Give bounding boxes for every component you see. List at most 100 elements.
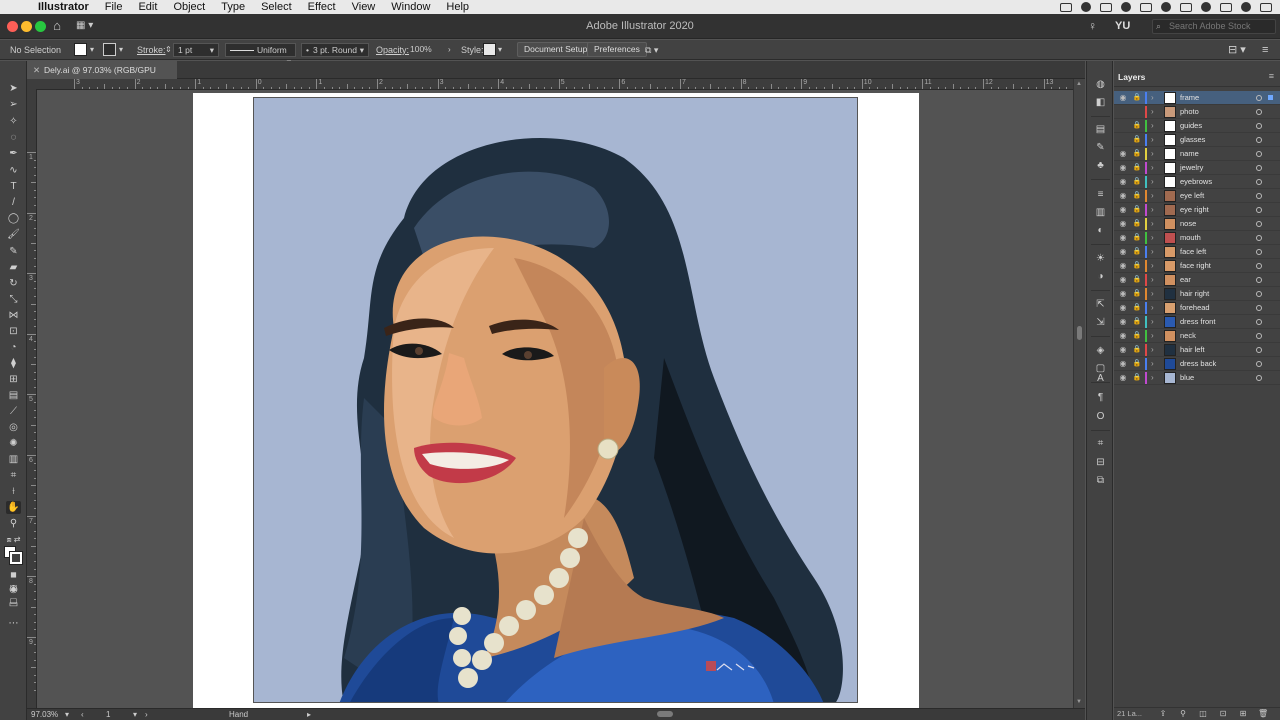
visibility-eye-icon[interactable]: ◉ [1118,217,1128,231]
properties-panel-icon[interactable]: ◧ [1094,97,1107,109]
stroke-weight-input[interactable]: 1 pt ▾ [173,43,219,57]
adobe-stock-search[interactable]: ⌕ Search Adobe Stock [1152,19,1276,34]
layer-row[interactable]: ◉ 🔒 › name [1114,147,1280,161]
direct-selection-tool-icon[interactable]: ➢ [6,98,21,111]
layer-row[interactable]: ◉ 🔒 › mouth [1114,231,1280,245]
expand-chevron-icon[interactable]: › [1151,161,1154,175]
layer-name[interactable]: face right [1180,259,1211,273]
expand-chevron-icon[interactable]: › [1151,119,1154,133]
appearance-panel-icon[interactable]: ◍ [1094,79,1107,91]
hand-tool-icon[interactable]: ✋ [6,501,21,514]
menu-app[interactable]: Illustrator [30,0,97,14]
clipping-mask-icon[interactable]: ◫ [1198,708,1208,720]
stroke-dropdown-icon[interactable]: ▾ [119,43,123,57]
expand-chevron-icon[interactable]: › [1151,245,1154,259]
stroke-swatch[interactable] [103,43,116,56]
mesh-tool-icon[interactable]: ⊞ [6,373,21,386]
column-graph-tool-icon[interactable]: ▥ [6,453,21,466]
color-panel-icon[interactable]: ☀ [1094,253,1107,265]
layer-row[interactable]: ◉ 🔒 › eyebrows [1114,175,1280,189]
expand-chevron-icon[interactable]: › [1151,189,1154,203]
visibility-eye-icon[interactable]: ◉ [1118,231,1128,245]
layer-target-icon[interactable] [1256,347,1262,353]
opacity-arrow-icon[interactable]: › [448,43,451,57]
layers-tab[interactable]: Layers [1118,72,1145,82]
layer-target-icon[interactable] [1256,95,1262,101]
layer-row[interactable]: ◉ 🔒 › hair right [1114,287,1280,301]
lock-icon[interactable]: 🔒 [1132,189,1142,203]
fill-dropdown-icon[interactable]: ▾ [90,43,94,57]
fill-swatch[interactable] [74,43,87,56]
layer-row[interactable]: ◉ 🔒 › hair left [1114,343,1280,357]
layer-target-icon[interactable] [1256,375,1262,381]
close-tab-icon[interactable]: ✕ [33,61,40,79]
opentype-panel-icon[interactable]: O [1094,411,1107,423]
expand-chevron-icon[interactable]: › [1151,301,1154,315]
layer-name[interactable]: nose [1180,217,1196,231]
edit-toolbar-icon[interactable]: ⋯ [6,617,21,630]
preferences-button[interactable]: Preferences [587,42,647,57]
horizontal-scroll-thumb[interactable] [657,711,673,717]
layer-name[interactable]: guides [1180,119,1202,133]
lock-icon[interactable]: 🔒 [1132,217,1142,231]
expand-chevron-icon[interactable]: › [1151,133,1154,147]
layer-name[interactable]: eye right [1180,203,1209,217]
magic-wand-tool-icon[interactable]: ✧ [6,115,21,128]
delete-layer-icon[interactable]: 🗑 [1258,708,1268,720]
character-panel-icon[interactable]: A [1094,373,1107,385]
visibility-eye-icon[interactable]: ◉ [1118,245,1128,259]
new-sublayer-icon[interactable]: ⊡ [1218,708,1228,720]
scroll-down-icon[interactable]: ▼ [1076,699,1082,705]
screen-mirror-icon[interactable] [1060,2,1072,12]
artboard-number[interactable]: 1 [106,709,110,720]
layer-name[interactable]: ear [1180,273,1191,287]
layer-name[interactable]: dress front [1180,315,1215,329]
expand-chevron-icon[interactable]: › [1151,371,1154,385]
layer-row[interactable]: ◉ 🔒 › dress back [1114,357,1280,371]
visibility-eye-icon[interactable]: ◉ [1118,91,1128,105]
layer-target-icon[interactable] [1256,361,1262,367]
symbols-panel-icon[interactable]: ♣ [1094,160,1107,172]
export-panel-icon[interactable]: ⇱ [1094,299,1107,311]
variable-width-profile[interactable]: Uniform▾ [225,43,296,67]
wifi-icon[interactable] [1161,2,1171,12]
width-tool-icon[interactable]: ⋈ [6,309,21,322]
layer-name[interactable]: neck [1180,329,1196,343]
brush-definition[interactable]: • 3 pt. Round ▾ [301,43,369,57]
selection-indicator[interactable] [1268,95,1273,100]
lock-icon[interactable]: 🔒 [1132,245,1142,259]
visibility-eye-icon[interactable]: ◉ [1118,189,1128,203]
layer-name[interactable]: photo [1180,105,1199,119]
canvas-area[interactable] [37,90,1073,708]
layer-target-icon[interactable] [1256,151,1262,157]
paragraph-panel-icon[interactable]: ¶ [1094,392,1107,404]
free-transform-tool-icon[interactable]: ⊡ [6,325,21,338]
user-menu[interactable]: YU [1115,20,1130,32]
artboard-tool-icon[interactable]: ⌗ [6,469,21,482]
layer-target-icon[interactable] [1256,291,1262,297]
draw-mode-icon[interactable]: ◉ [6,583,21,596]
eyedropper-tool-icon[interactable]: ⟋ [6,405,21,418]
layer-target-icon[interactable] [1256,123,1262,129]
visibility-eye-icon[interactable]: ◉ [1118,147,1128,161]
menu-select[interactable]: Select [253,0,300,14]
horizontal-ruler[interactable]: 3 2 1 0 1 2 3 4 5 6 7 8 9 10 11 12 13 [36,79,1085,90]
layer-target-icon[interactable] [1256,193,1262,199]
stroke-stepper-icon[interactable]: ⇕ [165,43,172,57]
gradient-panel-icon[interactable]: ▥ [1094,207,1107,219]
visibility-eye-icon[interactable]: ◉ [1118,329,1128,343]
opacity-label[interactable]: Opacity: [376,43,409,57]
artboard[interactable] [253,97,858,703]
artboard-next-icon[interactable]: › [145,709,148,720]
layers-panel-icon[interactable]: ◈ [1094,345,1107,357]
user-avatar-icon[interactable] [1241,2,1251,12]
artboard-dropdown-icon[interactable]: ▾ [133,709,137,720]
type-tool-icon[interactable]: T [6,180,21,193]
scale-tool-icon[interactable]: ⤡ [6,293,21,306]
style-dropdown-icon[interactable]: ▾ [498,43,502,57]
perspective-grid-tool-icon[interactable]: ⧫ [6,357,21,370]
gradient-tool-icon[interactable]: ▤ [6,389,21,402]
eraser-tool-icon[interactable]: ▰ [6,261,21,274]
visibility-eye-icon[interactable]: ◉ [1118,203,1128,217]
visibility-eye-icon[interactable]: ◉ [1118,175,1128,189]
